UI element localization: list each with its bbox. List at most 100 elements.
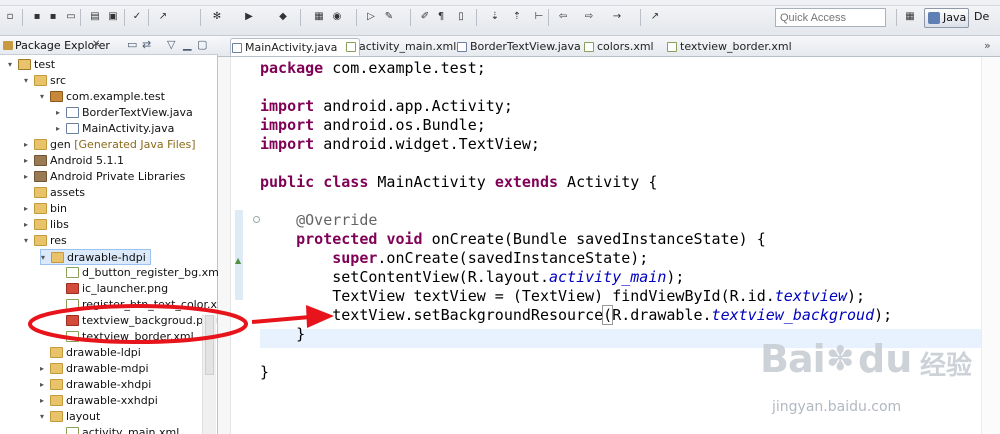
maximize-icon[interactable]: ▢ [197,38,207,51]
external-icon[interactable]: ↗ [648,10,662,24]
tree-item[interactable]: ▸ bin [24,201,67,217]
android-sdk-icon[interactable]: ▣ [106,10,120,24]
tree-item[interactable]: textview_border.xml [56,329,194,345]
skip-icon[interactable]: ↗ [156,10,170,24]
code-line[interactable]: @Override [260,211,377,230]
close-icon[interactable]: ✕ [92,39,100,50]
new-icon[interactable]: ▫ [3,10,17,24]
tree-item[interactable]: textview_backgroud.png [56,313,217,329]
code-line[interactable]: } [260,363,269,382]
prev-annotation-icon[interactable]: ⇡ [510,10,524,24]
tree-item-label: drawable-xxhdpi [66,394,158,407]
collapsed-arrow-icon[interactable]: ▸ [56,121,66,137]
editor-tab[interactable]: MainActivity.java✕ [230,38,360,56]
forward-history-icon[interactable]: → [610,10,624,24]
minimize-icon[interactable]: ▁ [183,38,191,51]
import-icon[interactable]: ▤ [88,10,102,24]
code-line[interactable]: package com.example.test; [260,59,486,78]
tree-item[interactable]: d_button_register_bg.xml [56,265,222,281]
collapsed-arrow-icon[interactable]: ▸ [24,217,34,233]
code-line[interactable]: } [260,325,305,344]
more-tabs-icon[interactable]: » [984,39,991,52]
run-icon[interactable]: ▶ [242,10,256,24]
expanded-arrow-icon[interactable]: ▾ [40,89,50,105]
collapse-all-icon[interactable]: ▭ [127,38,137,51]
forward-icon[interactable]: ⇨ [582,10,596,24]
tree-item[interactable]: register_btn_text_color.xml [56,297,231,313]
editor-tab[interactable]: activity_main.xml [345,38,456,56]
check-icon[interactable]: ✓ [130,10,144,24]
expanded-arrow-icon[interactable]: ▾ [8,57,18,73]
collapsed-arrow-icon[interactable]: ▸ [24,201,34,217]
tree-item[interactable]: ▸ gen [Generated Java Files] [24,137,196,153]
collapsed-arrow-icon[interactable]: ▸ [24,137,34,153]
tree-item[interactable]: assets [24,185,85,201]
editor-tab[interactable]: colors.xml [583,38,654,56]
debug-perspective-label[interactable]: De [974,10,989,23]
tree-item[interactable]: ▾ com.example.test [40,89,165,105]
next-annotation-icon[interactable]: ⇣ [488,10,502,24]
new-package-icon[interactable]: ▦ [312,10,326,24]
tree-item[interactable]: ▸ Android Private Libraries [24,169,185,185]
tree-item[interactable]: activity_main.xml [56,425,179,434]
override-marker-icon[interactable]: ▲ [235,256,241,265]
tree-item[interactable]: drawable-ldpi [40,345,141,361]
collapsed-arrow-icon[interactable]: ▸ [40,377,50,393]
collapsed-arrow-icon[interactable]: ▸ [24,169,34,185]
editor-tab[interactable]: textview_border.xml [666,38,792,56]
tree-item[interactable]: ▸ drawable-xxhdpi [40,393,158,409]
toggle-mark-icon[interactable]: ✐ [418,10,432,24]
code-line[interactable]: textView.setBackgroundResource(R.drawabl… [260,305,892,325]
tree-item[interactable]: ▸ Android 5.1.1 [24,153,124,169]
collapsed-arrow-icon[interactable]: ▸ [56,105,66,121]
code-line[interactable]: import android.app.Activity; [260,97,513,116]
tree-item[interactable]: ▸ BorderTextView.java [56,105,193,121]
show-whitespace-icon[interactable]: ▯ [454,10,468,24]
code-text: TextView textView = (TextView) findViewB… [260,287,775,305]
tree-item[interactable]: ▸ drawable-mdpi [40,361,149,377]
editor-tab[interactable]: BorderTextView.java [456,38,581,56]
print-icon[interactable]: ▭ [64,10,78,24]
tree-item[interactable]: ▸ MainActivity.java [56,121,174,137]
back-icon[interactable]: ⇦ [556,10,570,24]
code-line[interactable]: public class MainActivity extends Activi… [260,173,657,192]
code-line[interactable]: super.onCreate(savedInstanceState); [260,249,648,268]
tree-item[interactable]: ▾ test [8,57,55,73]
expanded-arrow-icon[interactable]: ▾ [24,73,34,89]
save-icon[interactable]: ▪ [30,10,44,24]
code-line[interactable]: setContentView(R.layout.activity_main); [260,268,684,287]
tree-item[interactable]: ▸ drawable-xhdpi [40,377,151,393]
new-class-icon[interactable]: ◉ [330,10,344,24]
tree-item[interactable]: ic_launcher.png [56,281,168,297]
quick-access-input[interactable] [775,8,886,27]
view-menu-icon[interactable]: ▽ [167,38,175,51]
pin-icon[interactable]: ⊢ [532,10,546,24]
collapsed-arrow-icon[interactable]: ▸ [40,361,50,377]
open-perspective-icon[interactable]: ▦ [903,10,917,24]
collapsed-arrow-icon[interactable]: ▸ [40,393,50,409]
tree-item[interactable]: ▾ layout [40,409,100,425]
debug-icon[interactable]: ✻ [210,10,224,24]
toggle-word-wrap-icon[interactable]: ¶ [434,10,448,24]
open-type-icon[interactable]: ▷ [364,10,378,24]
code-line[interactable]: TextView textView = (TextView) findViewB… [260,287,865,306]
tree-scrollbar-thumb[interactable] [205,315,214,375]
save-all-icon[interactable]: ▪ [46,10,60,24]
tree-scrollbar[interactable] [202,315,216,434]
code-line[interactable]: import android.widget.TextView; [260,135,540,154]
external-tools-icon[interactable]: ◆ [276,10,290,24]
code-line[interactable]: import android.os.Bundle; [260,116,486,135]
expanded-arrow-icon[interactable]: ▾ [24,233,34,249]
fold-toggle-icon[interactable] [253,216,260,223]
expanded-arrow-icon[interactable]: ▾ [40,409,50,425]
expanded-arrow-icon[interactable]: ▾ [41,250,51,266]
tree-item[interactable]: ▸ libs [24,217,69,233]
java-perspective-button[interactable]: Java [924,8,969,28]
tree-item[interactable]: ▾ drawable-hdpi [40,249,151,265]
tree-item[interactable]: ▾ res [24,233,67,249]
code-line[interactable]: protected void onCreate(Bundle savedInst… [260,230,766,249]
search-icon[interactable]: ✎ [382,10,396,24]
collapsed-arrow-icon[interactable]: ▸ [24,153,34,169]
link-with-editor-icon[interactable]: ⇄ [142,38,151,51]
tree-item[interactable]: ▾ src [24,73,66,89]
